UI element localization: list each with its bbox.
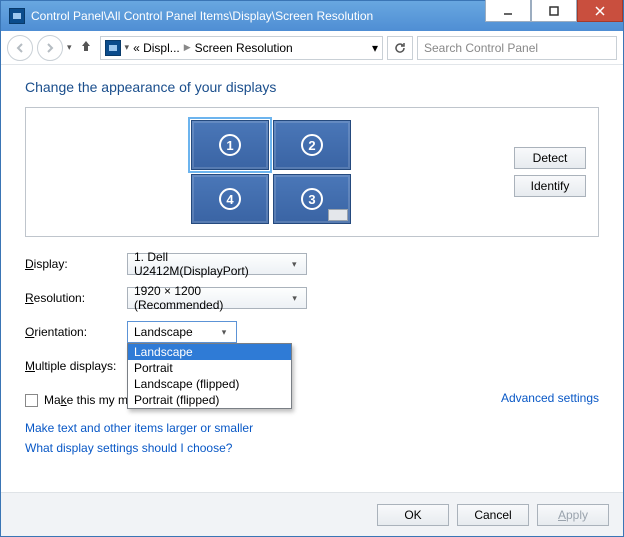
identify-button[interactable]: Identify: [514, 175, 586, 197]
multiple-label: Multiple displays:: [25, 359, 127, 373]
detect-button[interactable]: Detect: [514, 147, 586, 169]
checkbox-icon: [25, 394, 38, 407]
which-settings-link[interactable]: What display settings should I choose?: [25, 441, 599, 455]
orientation-option[interactable]: Portrait: [128, 360, 291, 376]
breadcrumb-1[interactable]: « Displ...: [133, 41, 180, 55]
orientation-combo[interactable]: Landscape ▾ Landscape Portrait Landscape…: [127, 321, 237, 343]
chevron-down-icon: ▾: [216, 327, 232, 338]
forward-button[interactable]: [37, 35, 63, 61]
resolution-value: 1920 × 1200 (Recommended): [134, 284, 281, 312]
orientation-option[interactable]: Landscape (flipped): [128, 376, 291, 392]
window: Control Panel\All Control Panel Items\Di…: [0, 0, 624, 537]
chevron-down-icon[interactable]: ▾: [372, 41, 378, 55]
navbar: ▾ ▾ « Displ... ▶ Screen Resolution ▾ Sea…: [1, 31, 623, 65]
refresh-icon: [393, 41, 407, 55]
monitors-area[interactable]: 1 2 4 3: [38, 120, 504, 224]
monitor-1[interactable]: 1: [191, 120, 269, 170]
arrow-left-icon: [14, 42, 26, 54]
display-icon: [105, 40, 121, 56]
content: Change the appearance of your displays 1…: [1, 65, 623, 492]
monitor-2[interactable]: 2: [273, 120, 351, 170]
resolution-label: Resolution:: [25, 291, 127, 305]
ok-button[interactable]: OK: [377, 504, 449, 526]
search-input[interactable]: Search Control Panel: [417, 36, 617, 60]
up-button[interactable]: [76, 39, 96, 56]
orientation-option[interactable]: Landscape: [128, 344, 291, 360]
recent-locations-button[interactable]: ▾: [67, 42, 72, 53]
minimize-icon: [503, 6, 513, 16]
keyboard-icon: [328, 209, 348, 221]
arrow-right-icon: [44, 42, 56, 54]
monitor-3[interactable]: 3: [273, 174, 351, 224]
display-value: 1. Dell U2412M(DisplayPort): [134, 250, 281, 278]
monitor-4[interactable]: 4: [191, 174, 269, 224]
apply-button: Apply: [537, 504, 609, 526]
breadcrumb-2[interactable]: Screen Resolution: [195, 41, 293, 55]
orientation-option[interactable]: Portrait (flipped): [128, 392, 291, 408]
main-display-checkbox[interactable]: Make this my m: [25, 393, 128, 407]
back-button[interactable]: [7, 35, 33, 61]
titlebar: Control Panel\All Control Panel Items\Di…: [1, 1, 623, 31]
display-combo[interactable]: 1. Dell U2412M(DisplayPort) ▾: [127, 253, 307, 275]
maximize-icon: [549, 6, 559, 16]
minimize-button[interactable]: [485, 0, 531, 22]
close-icon: [595, 6, 605, 16]
resolution-combo[interactable]: 1920 × 1200 (Recommended) ▾: [127, 287, 307, 309]
orientation-dropdown: Landscape Portrait Landscape (flipped) P…: [127, 343, 292, 409]
arrow-up-icon: [79, 39, 93, 53]
maximize-button[interactable]: [531, 0, 577, 22]
address-bar[interactable]: ▾ « Displ... ▶ Screen Resolution ▾: [100, 36, 383, 60]
display-label: Display:: [25, 257, 127, 271]
page-heading: Change the appearance of your displays: [25, 79, 599, 95]
main-display-label: Make this my m: [44, 393, 128, 407]
text-size-link[interactable]: Make text and other items larger or smal…: [25, 421, 599, 435]
search-placeholder: Search Control Panel: [424, 41, 538, 55]
close-button[interactable]: [577, 0, 623, 22]
chevron-icon: ▾: [125, 42, 130, 53]
footer: OK Cancel Apply: [1, 492, 623, 536]
orientation-label: Orientation:: [25, 325, 127, 339]
display-preview: 1 2 4 3 Detect Identify: [25, 107, 599, 237]
window-buttons: [485, 1, 623, 31]
window-title: Control Panel\All Control Panel Items\Di…: [31, 9, 485, 23]
refresh-button[interactable]: [387, 36, 413, 60]
cancel-button[interactable]: Cancel: [457, 504, 529, 526]
advanced-settings-link[interactable]: Advanced settings: [501, 391, 599, 405]
chevron-down-icon: ▾: [287, 259, 302, 270]
orientation-value: Landscape: [134, 325, 193, 339]
chevron-right-icon: ▶: [184, 42, 191, 53]
chevron-down-icon: ▾: [287, 293, 302, 304]
display-icon: [9, 8, 25, 24]
